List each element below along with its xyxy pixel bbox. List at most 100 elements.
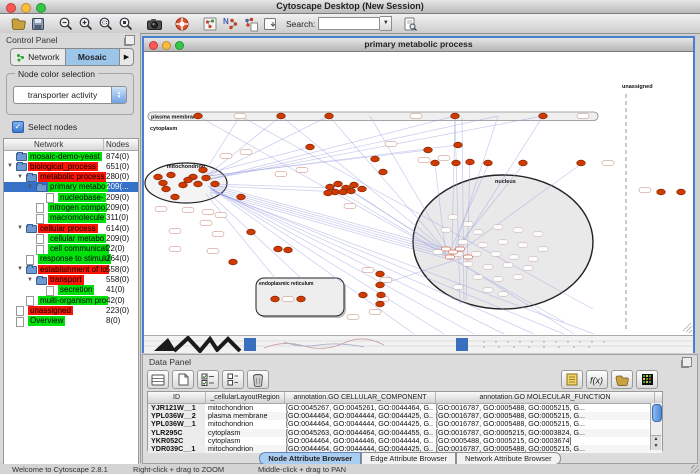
scrollbar-thumb[interactable] xyxy=(652,404,662,422)
open-session-icon[interactable] xyxy=(9,16,27,32)
formula-builder-icon[interactable]: f(x) xyxy=(586,370,608,389)
tab-overflow-arrow-icon[interactable]: ▶ xyxy=(120,49,133,65)
table-row[interactable]: YKR052Ccytoplasm[GO:0044464, GO:0044446,… xyxy=(148,437,662,445)
tree-row[interactable]: ▼establishment of lo558(0) xyxy=(4,264,138,274)
graph-node-label[interactable] xyxy=(215,213,227,218)
tree-row[interactable]: ▼biological_process651(0) xyxy=(4,161,138,171)
select-attributes-icon[interactable] xyxy=(147,370,169,389)
nucleus-node[interactable] xyxy=(509,255,519,259)
graph-node-label[interactable] xyxy=(418,158,430,163)
nucleus-node[interactable] xyxy=(483,288,493,292)
nucleus-node[interactable] xyxy=(513,228,523,232)
table-row[interactable]: YLR295Ccytoplasm[GO:0045263, GO:0044464,… xyxy=(148,429,662,437)
canvas-resize-grip[interactable] xyxy=(683,323,692,333)
graph-node[interactable] xyxy=(484,160,493,166)
tab-edge-attribute-browser[interactable]: Edge Attribute Browser xyxy=(361,452,456,465)
tree-row[interactable]: secretion41(0) xyxy=(4,285,138,295)
graph-node-label[interactable] xyxy=(234,114,246,119)
graph-node-label[interactable] xyxy=(380,278,392,283)
nucleus-node[interactable] xyxy=(498,292,508,296)
graph-node-label[interactable] xyxy=(282,297,294,302)
node-color-dropdown[interactable]: transporter activity ▲▼ xyxy=(13,86,127,104)
tree-row[interactable]: cellular metabo209(0) xyxy=(4,233,138,243)
graph-node[interactable] xyxy=(237,194,246,200)
graph-node[interactable] xyxy=(424,147,433,153)
tree-row[interactable]: Overview8(0) xyxy=(4,316,138,326)
attribute-list-icon[interactable] xyxy=(222,370,244,389)
tree-row[interactable]: multi-organism pro42(0) xyxy=(4,295,138,305)
graph-node[interactable] xyxy=(167,172,176,178)
create-attribute-icon[interactable] xyxy=(172,370,194,389)
nucleus-node[interactable] xyxy=(523,266,533,270)
graph-node[interactable] xyxy=(376,282,385,288)
tab-mosaic[interactable]: Mosaic xyxy=(66,49,121,65)
graph-node[interactable] xyxy=(359,292,368,298)
tree-row[interactable]: response to stimulu264(0) xyxy=(4,254,138,264)
nucleus-node[interactable] xyxy=(441,228,451,232)
expander-icon[interactable]: ▼ xyxy=(27,275,33,285)
network-canvas[interactable]: plasma membranecytoplasmmitochondrionnuc… xyxy=(144,52,693,335)
graph-node-label[interactable] xyxy=(212,232,224,237)
graph-node[interactable] xyxy=(199,167,208,173)
graph-node-label[interactable] xyxy=(347,315,359,320)
graph-node-label[interactable] xyxy=(639,188,651,193)
new-network-view-icon[interactable]: N xyxy=(221,16,239,32)
graph-node[interactable] xyxy=(274,246,283,252)
graph-node-label[interactable] xyxy=(202,210,214,215)
zoom-in-icon[interactable] xyxy=(77,16,95,32)
nucleus-node[interactable] xyxy=(473,275,483,279)
float-panel-icon[interactable] xyxy=(125,35,135,45)
expander-icon[interactable]: ▼ xyxy=(17,264,23,274)
graph-node[interactable] xyxy=(431,160,440,166)
graph-node[interactable] xyxy=(377,292,386,298)
graph-node[interactable] xyxy=(454,142,463,148)
nucleus-node[interactable] xyxy=(453,285,463,289)
graph-node[interactable] xyxy=(324,190,333,196)
scrollbar-arrows[interactable]: ▲▼ xyxy=(651,435,661,450)
annotation-icon[interactable] xyxy=(261,16,279,32)
nucleus-node[interactable] xyxy=(538,247,548,251)
plasma-membrane-region[interactable] xyxy=(148,112,598,121)
attribute-summary-icon[interactable] xyxy=(561,370,583,389)
col-header-molecular-function[interactable]: annotation.GO MOLECULAR_FUNCTION xyxy=(436,392,655,403)
graph-node[interactable] xyxy=(451,113,460,119)
graph-node[interactable] xyxy=(211,181,220,187)
graph-node[interactable] xyxy=(376,271,385,277)
graph-node[interactable] xyxy=(452,160,461,166)
graph-node-label[interactable] xyxy=(296,168,308,173)
app-titlebar[interactable]: Cytoscape Desktop (New Session) xyxy=(0,0,700,14)
graph-node-label[interactable] xyxy=(369,310,381,315)
graph-node[interactable] xyxy=(271,296,280,302)
tab-node-attribute-browser[interactable]: Node Attribute Browser xyxy=(259,452,361,465)
col-header-id[interactable]: ID xyxy=(148,392,206,403)
manage-networks-icon[interactable] xyxy=(201,16,219,32)
nucleus-node[interactable] xyxy=(463,222,473,226)
nucleus-node[interactable] xyxy=(493,225,503,229)
graph-node[interactable] xyxy=(466,159,475,165)
expander-icon[interactable]: ▼ xyxy=(7,161,13,171)
delete-attribute-icon[interactable] xyxy=(247,370,269,389)
table-row[interactable]: YPL036W__1mitochondrion[GO:0044464, GO:0… xyxy=(148,420,662,428)
resize-grip[interactable] xyxy=(691,465,699,473)
nucleus-node[interactable] xyxy=(456,247,465,251)
graph-node[interactable] xyxy=(577,160,586,166)
tab-network[interactable]: Network xyxy=(11,49,66,65)
nucleus-node[interactable] xyxy=(458,240,468,244)
search-input[interactable] xyxy=(318,17,380,30)
graph-node-label[interactable] xyxy=(344,204,356,209)
col-header-cellular-component[interactable]: annotation.GO CELLULAR_COMPONENT xyxy=(285,392,436,403)
graph-node-label[interactable] xyxy=(220,154,232,159)
graph-node[interactable] xyxy=(247,229,256,235)
graph-node[interactable] xyxy=(358,186,367,192)
graph-node[interactable] xyxy=(334,181,343,187)
nucleus-node[interactable] xyxy=(473,230,483,234)
graph-node[interactable] xyxy=(277,113,286,119)
nucleus-node[interactable] xyxy=(463,262,473,266)
network-view-titlebar[interactable]: primary metabolic process xyxy=(144,38,693,52)
graph-node[interactable] xyxy=(184,177,193,183)
tree-header-nodes[interactable]: Nodes xyxy=(106,140,129,149)
nucleus-node[interactable] xyxy=(446,255,455,259)
tree-row[interactable]: ▼cellular process614(0) xyxy=(4,223,138,233)
graph-node[interactable] xyxy=(376,301,385,307)
save-session-icon[interactable] xyxy=(29,16,47,32)
